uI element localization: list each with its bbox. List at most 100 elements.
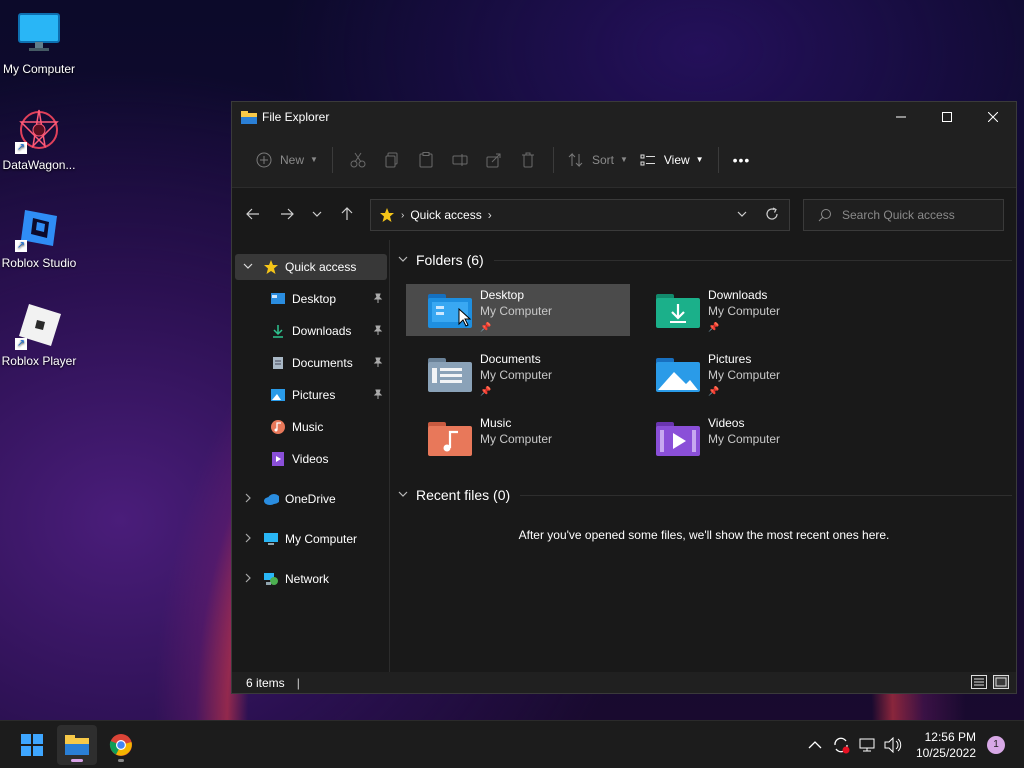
address-dropdown-button[interactable]	[737, 208, 747, 222]
search-icon	[818, 209, 831, 222]
search-input[interactable]	[842, 208, 992, 222]
minimize-button[interactable]	[878, 102, 924, 132]
cut-button[interactable]	[343, 144, 373, 176]
new-label: New	[280, 152, 305, 167]
up-button[interactable]	[330, 199, 364, 229]
plus-circle-icon	[256, 152, 272, 167]
delete-button[interactable]	[513, 144, 543, 176]
videos-folder-icon	[656, 420, 700, 456]
sidebar-item-pictures[interactable]: Pictures	[270, 382, 390, 408]
rename-button[interactable]	[445, 144, 475, 176]
content-area: Folders (6) Desktop My Computer 📌 Downlo…	[392, 240, 1016, 672]
sort-label: Sort	[591, 152, 614, 167]
desktop-icon-datawagon[interactable]: ↗ DataWagon...	[0, 106, 79, 172]
chevron-right-icon[interactable]	[243, 573, 253, 586]
recent-locations-button[interactable]	[304, 199, 330, 229]
forward-button[interactable]	[270, 199, 304, 229]
folder-tile-desktop[interactable]: Desktop My Computer 📌	[406, 284, 630, 336]
large-icons-view-button[interactable]	[993, 675, 1009, 689]
arrow-left-icon	[246, 208, 259, 220]
chevron-right-icon[interactable]	[243, 533, 253, 546]
taskbar-chrome[interactable]	[101, 725, 141, 765]
chevron-down-icon[interactable]	[398, 489, 412, 502]
show-hidden-icons-button[interactable]	[808, 721, 822, 768]
taskbar-file-explorer[interactable]	[57, 725, 97, 765]
pin-icon: 📌	[480, 322, 492, 332]
folder-tile-videos[interactable]: Videos My Computer	[634, 412, 858, 464]
folders-section-header[interactable]: Folders (6)	[398, 252, 1012, 268]
close-button[interactable]	[970, 102, 1016, 132]
folder-tile-documents[interactable]: Documents My Computer 📌	[406, 348, 630, 400]
pin-icon[interactable]	[373, 357, 383, 370]
pin-icon[interactable]	[373, 293, 383, 306]
copy-button[interactable]	[377, 144, 407, 176]
desktop-icon-roblox-studio[interactable]: ↗ Roblox Studio	[0, 204, 79, 270]
shortcut-arrow-icon: ↗	[15, 338, 27, 350]
back-button[interactable]	[236, 199, 270, 229]
notification-badge[interactable]: 1	[987, 736, 1005, 754]
pin-icon[interactable]	[373, 325, 383, 338]
network-monitor-icon	[859, 738, 875, 752]
new-button[interactable]: New ▼	[250, 144, 324, 176]
maximize-icon	[942, 112, 952, 122]
folder-name: Desktop	[480, 288, 525, 302]
recent-files-section-header[interactable]: Recent files (0)	[398, 487, 1012, 503]
sidebar-item-documents[interactable]: Documents	[270, 350, 390, 376]
start-button[interactable]	[12, 725, 52, 765]
details-view-button[interactable]	[971, 675, 987, 689]
documents-icon	[270, 355, 286, 371]
datawagon-icon: ↗	[15, 106, 63, 154]
more-options-button[interactable]: •••	[727, 144, 757, 176]
chevron-down-icon	[312, 211, 322, 217]
folder-tile-pictures[interactable]: Pictures My Computer 📌	[634, 348, 858, 400]
navigation-bar: › Quick access ›	[232, 188, 1016, 240]
sort-button[interactable]: Sort ▼	[562, 144, 634, 176]
sidebar-item-downloads[interactable]: Downloads	[270, 318, 390, 344]
chevron-down-icon[interactable]	[398, 254, 412, 267]
system-clock[interactable]: 12:56 PM 10/25/2022	[910, 729, 976, 761]
pin-icon: 📌	[708, 386, 720, 396]
item-count: 6 items	[246, 676, 285, 690]
chevron-up-icon	[808, 741, 822, 749]
share-button[interactable]	[479, 144, 509, 176]
maximize-button[interactable]	[924, 102, 970, 132]
sidebar-item-desktop[interactable]: Desktop	[270, 286, 390, 312]
title-bar[interactable]: File Explorer	[232, 102, 1016, 132]
desktop-icon-my-computer[interactable]: My Computer	[0, 10, 79, 76]
share-icon	[486, 153, 501, 167]
sidebar-item-quick-access[interactable]: Quick access	[235, 254, 387, 280]
network-status-button[interactable]	[859, 721, 877, 768]
folder-tile-downloads[interactable]: Downloads My Computer 📌	[634, 284, 858, 336]
search-box[interactable]	[803, 199, 1004, 231]
chevron-right-icon[interactable]: ›	[488, 208, 492, 222]
folder-name: Documents	[480, 352, 541, 366]
chevron-right-icon[interactable]	[243, 493, 253, 506]
sidebar-item-onedrive[interactable]: OneDrive	[235, 486, 387, 512]
desktop-icon-roblox-player[interactable]: ↗ Roblox Player	[0, 302, 79, 368]
refresh-button[interactable]	[765, 207, 779, 224]
sync-status-button[interactable]	[832, 721, 850, 768]
monitor-icon	[15, 10, 63, 58]
toolbar-divider	[717, 146, 719, 173]
chevron-down-icon[interactable]	[243, 261, 253, 274]
folders-header: Folders (6)	[416, 252, 484, 268]
sidebar-item-network[interactable]: Network	[235, 566, 387, 592]
file-explorer-window: File Explorer New ▼ Sort ▼ View ▼ ••• › …	[231, 101, 1017, 694]
refresh-icon	[766, 207, 778, 220]
sidebar-item-my-computer[interactable]: My Computer	[235, 526, 387, 552]
view-button[interactable]: View ▼	[634, 144, 710, 176]
address-bar[interactable]: › Quick access ›	[370, 199, 790, 231]
sidebar-item-label: OneDrive	[285, 492, 336, 506]
folder-tile-music[interactable]: Music My Computer	[406, 412, 630, 464]
pin-icon[interactable]	[373, 389, 383, 402]
volume-button[interactable]	[884, 721, 902, 768]
paste-button[interactable]	[411, 144, 441, 176]
folder-icon	[65, 735, 89, 755]
recent-files-empty-message: After you've opened some files, we'll sh…	[518, 528, 890, 542]
toolbar-divider	[331, 146, 333, 173]
sidebar-item-videos[interactable]: Videos	[270, 446, 390, 472]
folder-location: My Computer	[708, 368, 781, 382]
breadcrumb-quick-access[interactable]: Quick access	[410, 208, 481, 222]
sidebar-item-music[interactable]: Music	[270, 414, 390, 440]
pictures-icon	[270, 387, 286, 403]
